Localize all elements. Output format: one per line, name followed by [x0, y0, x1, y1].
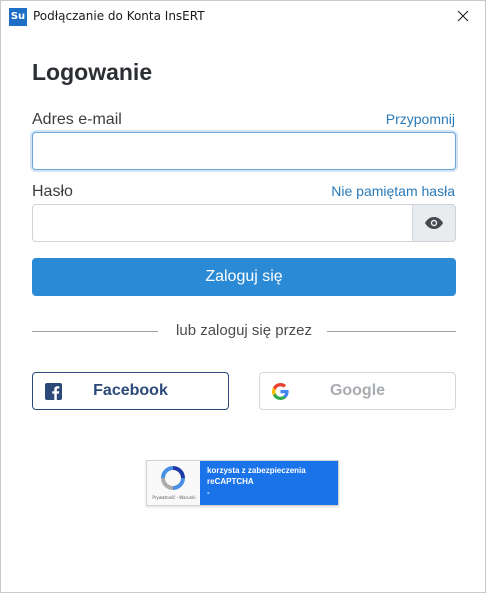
google-icon: [272, 383, 289, 400]
facebook-button[interactable]: Facebook: [32, 372, 229, 410]
app-icon: Su: [9, 8, 27, 26]
recaptcha-line-1: korzysta z zabezpieczenia: [207, 466, 306, 475]
close-icon: [457, 10, 469, 22]
divider-right: [327, 331, 456, 332]
password-field[interactable]: [32, 204, 413, 242]
recaptcha-line-2: reCAPTCHA: [207, 477, 254, 486]
recaptcha-badge[interactable]: Prywatność - Warunki korzysta z zabezpie…: [146, 460, 339, 506]
recaptcha-info: korzysta z zabezpieczenia reCAPTCHA -: [200, 461, 338, 505]
password-label: Hasło: [32, 183, 73, 200]
recaptcha-logo-icon: [161, 466, 185, 490]
recaptcha-line-3: -: [207, 488, 210, 497]
forgot-password-link[interactable]: Nie pamiętam hasła: [331, 183, 455, 199]
facebook-icon: [45, 383, 62, 400]
close-button[interactable]: [441, 1, 485, 31]
eye-icon: [425, 217, 443, 229]
email-label: Adres e-mail: [32, 111, 122, 128]
recaptcha-logo-area: Prywatność - Warunki: [147, 461, 200, 505]
facebook-label: Facebook: [93, 382, 168, 399]
google-button[interactable]: Google: [259, 372, 456, 410]
login-button[interactable]: Zaloguj się: [32, 258, 456, 296]
recaptcha-privacy-text[interactable]: Prywatność - Warunki: [149, 495, 199, 500]
remind-link[interactable]: Przypomnij: [386, 111, 455, 127]
title-bar: Su Podłączanie do Konta InsERT: [1, 1, 485, 33]
show-password-button[interactable]: [412, 204, 456, 242]
email-field[interactable]: [32, 132, 456, 170]
window-title: Podłączanie do Konta InsERT: [33, 9, 205, 23]
google-label: Google: [329, 382, 386, 399]
page-title: Logowanie: [32, 59, 153, 85]
login-window: Su Podłączanie do Konta InsERT Logowanie…: [0, 0, 486, 593]
